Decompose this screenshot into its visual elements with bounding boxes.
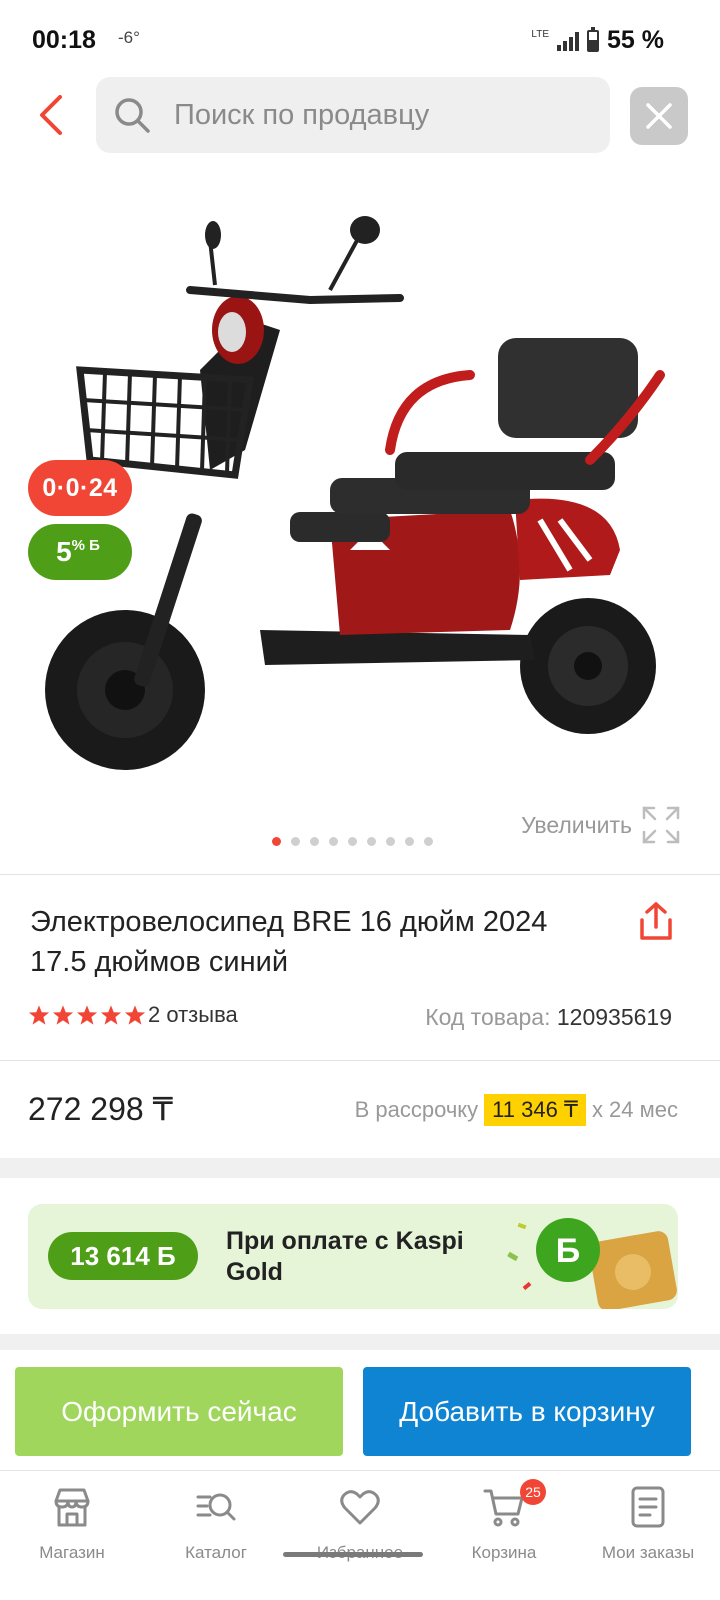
gallery-dot[interactable] [367, 837, 376, 846]
signal-icon [557, 31, 580, 51]
seller-search-input[interactable] [174, 77, 594, 153]
bonus-badge-value: 5 [56, 536, 72, 567]
gallery-dot[interactable] [405, 837, 414, 846]
installment-info[interactable]: В рассрочку 11 346 ₸ х 24 мес [355, 1094, 678, 1126]
checkout-now-button[interactable]: Оформить сейчас [15, 1367, 343, 1456]
installment-amount: 11 346 ₸ [484, 1094, 586, 1126]
star-icon [124, 1005, 146, 1025]
close-button[interactable] [630, 87, 688, 145]
gallery-dot[interactable] [272, 837, 281, 846]
gallery-pagination [272, 837, 433, 846]
nav-label-store: Магазин [39, 1543, 105, 1562]
svg-text:Б: Б [556, 1232, 580, 1270]
zoom-button[interactable]: Увеличить [521, 806, 680, 844]
kaspi-gold-text: При оплате с Kaspi Gold [226, 1227, 464, 1286]
status-time: 00:18 [32, 26, 96, 54]
nav-item-favorites[interactable]: Избранное [288, 1471, 432, 1600]
expand-icon [642, 806, 680, 844]
kaspi-gold-card[interactable]: 13 614 Б При оплате с Kaspi Gold Б [28, 1204, 678, 1309]
star-icon [28, 1005, 50, 1025]
sku: Код товара: 120935619 [425, 1004, 672, 1031]
gallery-dot[interactable] [386, 837, 395, 846]
seller-search-box[interactable] [96, 77, 610, 153]
star-icon [52, 1005, 74, 1025]
nav-item-orders[interactable]: Мои заказы [576, 1471, 720, 1600]
timer-badge: 0·0·24 [28, 460, 132, 516]
battery-percent: 55 % [607, 26, 664, 54]
divider [0, 874, 720, 875]
reviews-link[interactable]: 2 отзыва [148, 1002, 238, 1028]
search-icon [115, 98, 150, 133]
divider [0, 1060, 720, 1061]
price: 272 298 ₸ [28, 1091, 173, 1127]
installment-prefix: В рассрочку [354, 1097, 479, 1122]
section-gap [0, 1334, 720, 1350]
network-type: LTE [531, 29, 550, 40]
battery-icon [587, 26, 600, 52]
kaspi-gold-bonus: 13 614 Б [48, 1232, 198, 1280]
back-button[interactable] [30, 93, 74, 137]
cart-count-badge: 25 [520, 1479, 546, 1505]
zoom-label: Увеличить [521, 811, 632, 838]
sku-value: 120935619 [556, 1004, 672, 1030]
share-button[interactable] [634, 900, 678, 944]
nav-item-catalog[interactable]: Каталог [144, 1471, 288, 1600]
nav-label-catalog: Каталог [185, 1543, 247, 1562]
close-icon [646, 103, 672, 129]
gallery-dot[interactable] [291, 837, 300, 846]
section-gap [0, 1158, 720, 1178]
bonus-badge: 5% Б [28, 524, 132, 580]
gallery-dot[interactable] [310, 837, 319, 846]
sku-label: Код товара: [425, 1004, 551, 1030]
bottom-navigation: Магазин Каталог Избранное 25 [0, 1470, 720, 1600]
heart-icon [340, 1490, 380, 1525]
gallery-dot[interactable] [329, 837, 338, 846]
nav-label-orders: Мои заказы [601, 1543, 695, 1562]
chevron-left-icon [40, 95, 62, 135]
gallery-dot[interactable] [424, 837, 433, 846]
star-icon [76, 1005, 98, 1025]
installment-suffix: х 24 мес [591, 1097, 678, 1122]
gallery-dot[interactable] [348, 837, 357, 846]
nav-label-cart: Корзина [471, 1543, 537, 1562]
nav-item-cart[interactable]: 25 Корзина [432, 1471, 576, 1600]
home-indicator[interactable] [283, 1552, 423, 1557]
catalog-search-icon [196, 1493, 236, 1521]
product-title: Электровелосипед BRE 16 дюйм 2024 17.5 д… [30, 906, 548, 978]
rating-stars [28, 1004, 146, 1026]
status-indicators: LTE 55 % [531, 26, 664, 55]
add-to-cart-button[interactable]: Добавить в корзину [363, 1367, 691, 1456]
nav-item-store[interactable]: Магазин [0, 1471, 144, 1600]
orders-icon [631, 1486, 665, 1528]
store-icon [54, 1488, 90, 1527]
bonus-badge-suffix: % Б [71, 536, 100, 554]
status-temperature: -6° [118, 28, 140, 47]
status-bar: 00:18 -6° LTE 55 % [0, 0, 720, 80]
star-icon [100, 1005, 122, 1025]
share-icon [640, 902, 672, 940]
kaspi-gold-illustration: Б [507, 1218, 677, 1309]
